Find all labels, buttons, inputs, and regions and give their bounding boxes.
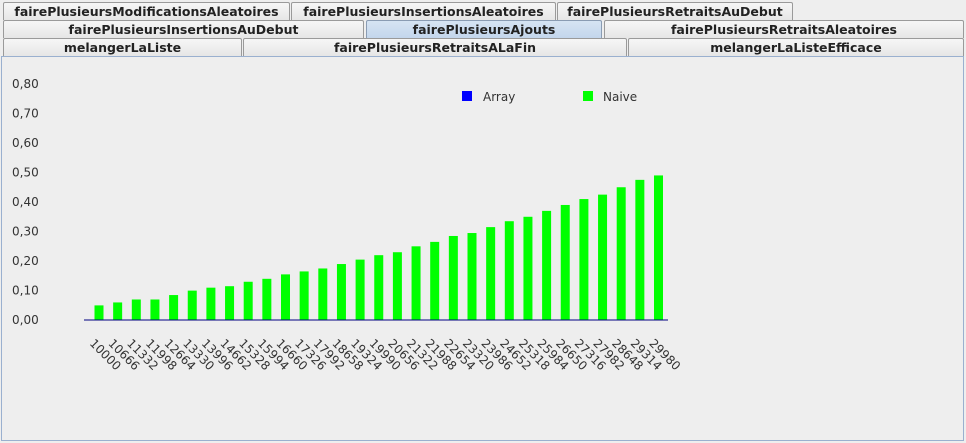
y-tick-label: 0,20 bbox=[12, 254, 39, 268]
tab-faire-plusieurs-insertions-au-debut[interactable]: fairePlusieursInsertionsAuDebut bbox=[3, 20, 364, 38]
bar-naive bbox=[560, 204, 570, 320]
bar-naive bbox=[206, 287, 216, 320]
bar-naive bbox=[318, 268, 328, 320]
bar-naive bbox=[448, 235, 458, 320]
y-tick-label: 0,60 bbox=[12, 136, 39, 150]
legend-label-array: Array bbox=[483, 90, 515, 104]
tab-faire-plusieurs-retraits-aleatoires[interactable]: fairePlusieursRetraitsAleatoires bbox=[604, 20, 964, 38]
tab-melanger-la-liste-efficace[interactable]: melangerLaListeEfficace bbox=[628, 38, 964, 56]
bar-chart: 0,00 0,10 0,20 0,30 0,40 0,50 0,60 0,70 0,80 100… bbox=[12, 77, 683, 373]
bar-naive bbox=[430, 241, 440, 320]
bar-naive bbox=[94, 305, 104, 320]
app-window: fairePlusieursModificationsAleatoires fa… bbox=[0, 0, 966, 443]
tab-faire-plusieurs-modifications-aleatoires[interactable]: fairePlusieursModificationsAleatoires bbox=[3, 2, 290, 20]
legend: Array Naive bbox=[462, 90, 637, 104]
bar-naive bbox=[281, 274, 290, 320]
bar-naive bbox=[467, 233, 477, 320]
chart-panel: 0,00 0,10 0,20 0,30 0,40 0,50 0,60 0,70 0,80 100… bbox=[1, 56, 964, 441]
bar-naive bbox=[336, 264, 346, 320]
bars bbox=[94, 175, 663, 320]
bar-naive bbox=[243, 281, 253, 320]
bar-naive bbox=[131, 299, 141, 320]
legend-swatch-array bbox=[462, 91, 472, 101]
bar-naive bbox=[113, 302, 123, 320]
bar-naive bbox=[616, 187, 626, 320]
bar-naive bbox=[262, 278, 272, 320]
tab-melanger-la-liste[interactable]: melangerLaListe bbox=[3, 38, 242, 56]
bar-naive bbox=[523, 216, 533, 320]
tab-faire-plusieurs-retraits-a-la-fin[interactable]: fairePlusieursRetraitsALaFin bbox=[243, 38, 627, 56]
legend-label-naive: Naive bbox=[603, 90, 637, 104]
bar-naive bbox=[299, 271, 309, 320]
bar-naive bbox=[635, 179, 645, 320]
bar-naive bbox=[504, 221, 514, 320]
y-tick-label: 0,00 bbox=[12, 313, 39, 327]
bar-naive bbox=[150, 299, 160, 320]
bar-naive bbox=[187, 290, 197, 320]
bar-naive bbox=[542, 210, 552, 320]
x-axis-ticks: 1000010666113321199812664133301399614662… bbox=[87, 336, 683, 373]
bar-naive bbox=[486, 227, 496, 320]
y-tick-label: 0,40 bbox=[12, 195, 39, 209]
bar-naive bbox=[411, 246, 421, 320]
y-tick-label: 0,10 bbox=[12, 284, 39, 298]
tab-faire-plusieurs-ajouts[interactable]: fairePlusieursAjouts bbox=[366, 20, 602, 38]
bar-naive bbox=[392, 252, 402, 320]
legend-swatch-naive bbox=[583, 91, 593, 101]
tab-faire-plusieurs-retraits-au-debut[interactable]: fairePlusieursRetraitsAuDebut bbox=[557, 2, 793, 20]
bar-naive bbox=[169, 295, 179, 320]
y-tick-label: 0,50 bbox=[12, 165, 39, 179]
bar-naive bbox=[654, 175, 663, 320]
y-axis-ticks: 0,00 0,10 0,20 0,30 0,40 0,50 0,60 0,70 0,80 bbox=[12, 77, 39, 327]
tab-faire-plusieurs-insertions-aleatoires[interactable]: fairePlusieursInsertionsAleatoires bbox=[291, 2, 556, 20]
bar-naive bbox=[579, 199, 589, 320]
y-tick-label: 0,30 bbox=[12, 225, 39, 239]
bar-naive bbox=[374, 255, 384, 320]
y-tick-label: 0,80 bbox=[12, 77, 39, 91]
bar-naive bbox=[355, 259, 365, 320]
bar-naive bbox=[598, 194, 608, 320]
bar-naive bbox=[225, 286, 235, 320]
y-tick-label: 0,70 bbox=[12, 106, 39, 120]
